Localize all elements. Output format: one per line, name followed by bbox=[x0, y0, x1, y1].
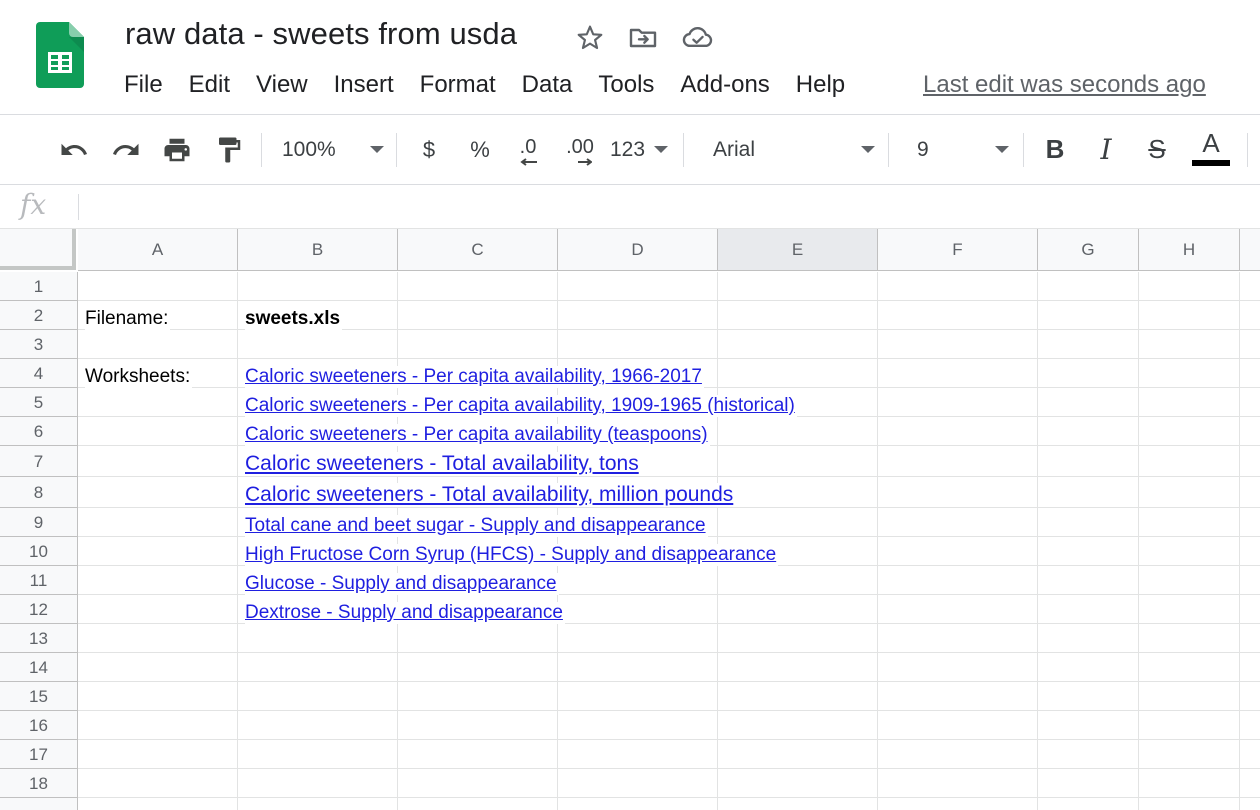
redo-button[interactable] bbox=[108, 115, 144, 184]
decrease-decimal-button[interactable]: .0 bbox=[510, 115, 546, 184]
paint-format-icon bbox=[219, 137, 241, 162]
cell-a4[interactable]: Worksheets: bbox=[85, 366, 193, 388]
worksheet-link[interactable]: Caloric sweeteners - Per capita availabi… bbox=[245, 424, 710, 446]
menu-tools[interactable]: Tools bbox=[598, 68, 654, 102]
row-header[interactable]: 14 bbox=[0, 653, 78, 682]
menu-add-ons[interactable]: Add-ons bbox=[680, 68, 769, 102]
row-header[interactable]: 11 bbox=[0, 566, 78, 595]
row-header[interactable]: 10 bbox=[0, 537, 78, 566]
toolbar: 100% $ % .0 .00 123 Arial 9 B I S A bbox=[0, 115, 1260, 185]
column-headers: A B C D E F G H bbox=[78, 229, 1260, 271]
worksheet-link[interactable]: Total cane and beet sugar - Supply and d… bbox=[245, 515, 708, 537]
chevron-down-icon bbox=[861, 146, 875, 153]
italic-icon: I bbox=[1100, 133, 1112, 166]
row-header[interactable]: 3 bbox=[0, 330, 78, 359]
font-family-select[interactable]: Arial bbox=[713, 115, 875, 184]
row-header[interactable]: 6 bbox=[0, 417, 78, 446]
text-color-swatch bbox=[1192, 159, 1230, 166]
worksheet-link[interactable]: Caloric sweeteners - Total availability,… bbox=[245, 483, 736, 507]
text-color-button[interactable]: A bbox=[1190, 115, 1232, 184]
row-header[interactable]: 17 bbox=[0, 740, 78, 769]
redo-icon bbox=[113, 143, 139, 155]
chevron-down-icon bbox=[370, 146, 384, 153]
menu-data[interactable]: Data bbox=[522, 68, 573, 102]
title-bar: raw data - sweets from usda File Edit Vi… bbox=[0, 0, 1260, 115]
row-header[interactable]: 13 bbox=[0, 624, 78, 653]
select-all-corner[interactable] bbox=[0, 229, 76, 270]
bold-button[interactable]: B bbox=[1040, 115, 1070, 184]
row-header[interactable]: 12 bbox=[0, 595, 78, 624]
column-header-a[interactable]: A bbox=[78, 229, 238, 271]
worksheet-link[interactable]: Dextrose - Supply and disappearance bbox=[245, 602, 565, 624]
column-header-h[interactable]: H bbox=[1139, 229, 1240, 271]
percent-format-button[interactable]: % bbox=[465, 115, 495, 184]
row-header[interactable]: 18 bbox=[0, 769, 78, 798]
zoom-select[interactable]: 100% bbox=[282, 115, 384, 184]
chevron-down-icon bbox=[654, 146, 668, 153]
row-header[interactable]: 9 bbox=[0, 508, 78, 537]
column-header-f[interactable]: F bbox=[878, 229, 1038, 271]
worksheet-link[interactable]: Glucose - Supply and disappearance bbox=[245, 573, 559, 595]
cell-b2[interactable]: sweets.xls bbox=[245, 308, 343, 330]
column-header-g[interactable]: G bbox=[1038, 229, 1139, 271]
row-header[interactable]: 16 bbox=[0, 711, 78, 740]
row-header[interactable]: 1 bbox=[0, 272, 78, 301]
row-header[interactable]: 4 bbox=[0, 359, 78, 388]
chevron-down-icon bbox=[995, 146, 1009, 153]
arrow-left-icon bbox=[520, 157, 537, 166]
cell-a2[interactable]: Filename: bbox=[85, 308, 171, 330]
text-color-icon: A bbox=[1202, 127, 1220, 158]
print-icon bbox=[164, 138, 190, 161]
sheets-logo-icon[interactable] bbox=[36, 22, 84, 88]
column-header-d[interactable]: D bbox=[558, 229, 718, 271]
font-size-select[interactable]: 9 bbox=[917, 115, 1009, 184]
row-header[interactable]: 2 bbox=[0, 301, 78, 330]
undo-button[interactable] bbox=[56, 115, 92, 184]
strikethrough-button[interactable]: S bbox=[1142, 115, 1172, 184]
spreadsheet-grid: A B C D E F G H 1 2 3 4 5 6 7 8 9 10 11 … bbox=[0, 229, 1260, 810]
column-header-c[interactable]: C bbox=[398, 229, 558, 271]
row-header[interactable]: 15 bbox=[0, 682, 78, 711]
row-header[interactable]: 5 bbox=[0, 388, 78, 417]
undo-icon bbox=[61, 143, 87, 155]
zoom-value: 100% bbox=[282, 137, 336, 161]
row-header[interactable]: 7 bbox=[0, 446, 78, 477]
star-icon[interactable] bbox=[574, 22, 606, 54]
formula-input[interactable] bbox=[90, 185, 1250, 228]
menu-edit[interactable]: Edit bbox=[189, 68, 230, 102]
more-formats-button[interactable]: 123 bbox=[610, 115, 668, 184]
menu-file[interactable]: File bbox=[124, 68, 163, 102]
worksheet-link[interactable]: High Fructose Corn Syrup (HFCS) - Supply… bbox=[245, 544, 779, 566]
strikethrough-icon: S bbox=[1148, 134, 1166, 164]
arrow-right-icon bbox=[578, 157, 592, 166]
worksheet-link[interactable]: Caloric sweeteners - Per capita availabi… bbox=[245, 366, 704, 388]
last-edit-link[interactable]: Last edit was seconds ago bbox=[923, 68, 1206, 102]
menu-help[interactable]: Help bbox=[796, 68, 845, 102]
worksheet-link[interactable]: Caloric sweeteners - Total availability,… bbox=[245, 452, 641, 476]
menu-format[interactable]: Format bbox=[420, 68, 496, 102]
menu-insert[interactable]: Insert bbox=[334, 68, 394, 102]
cell-area[interactable]: Filename: sweets.xls Worksheets: Caloric… bbox=[78, 272, 1260, 810]
move-to-folder-icon[interactable] bbox=[627, 22, 659, 54]
paint-format-button[interactable] bbox=[211, 115, 247, 184]
document-title[interactable]: raw data - sweets from usda bbox=[125, 16, 517, 52]
increase-decimal-button[interactable]: .00 bbox=[560, 115, 600, 184]
menu-bar: File Edit View Insert Format Data Tools … bbox=[124, 68, 871, 102]
cloud-saved-icon[interactable] bbox=[681, 22, 713, 54]
worksheet-link[interactable]: Caloric sweeteners - Per capita availabi… bbox=[245, 395, 797, 417]
column-header-b[interactable]: B bbox=[238, 229, 398, 271]
currency-format-button[interactable]: $ bbox=[414, 115, 444, 184]
bold-icon: B bbox=[1045, 134, 1065, 164]
menu-view[interactable]: View bbox=[256, 68, 308, 102]
italic-button[interactable]: I bbox=[1091, 115, 1121, 184]
column-header-e[interactable]: E bbox=[718, 229, 878, 271]
formula-bar: fx bbox=[0, 185, 1260, 229]
print-button[interactable] bbox=[159, 115, 195, 184]
fx-icon: fx bbox=[20, 188, 47, 221]
row-header[interactable]: 8 bbox=[0, 477, 78, 508]
